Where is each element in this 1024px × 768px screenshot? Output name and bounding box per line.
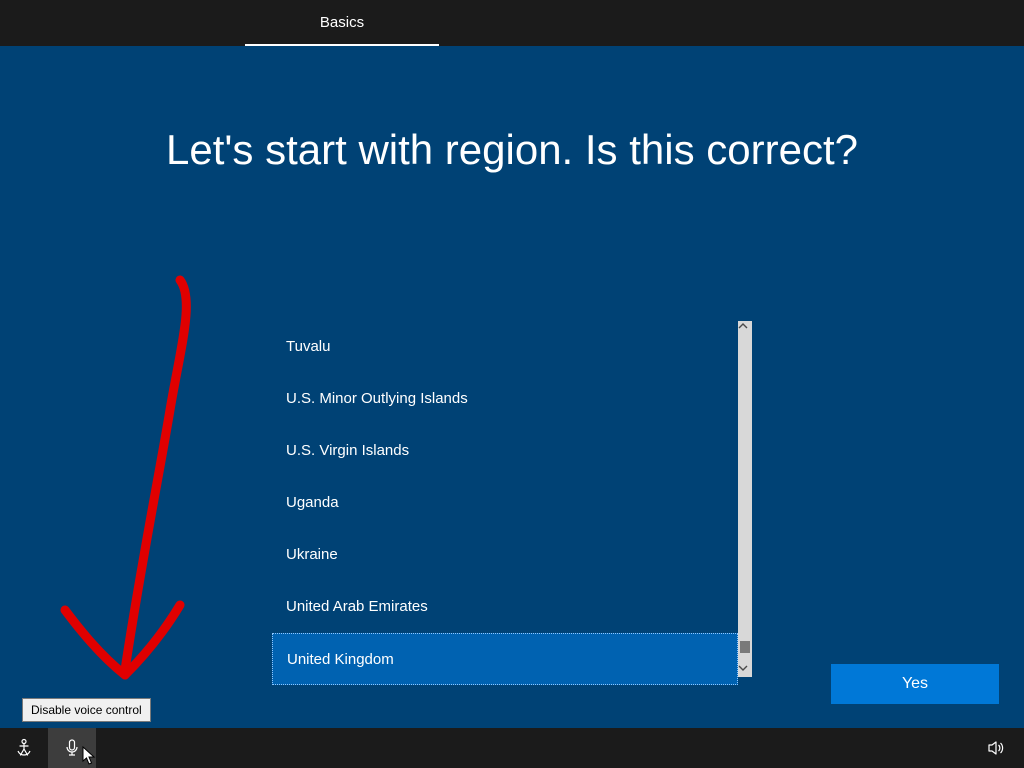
region-item[interactable]: Ukraine xyxy=(272,529,738,581)
tab-basics[interactable]: Basics xyxy=(245,0,439,46)
scrollbar[interactable] xyxy=(738,321,752,677)
speaker-icon xyxy=(986,738,1006,758)
scroll-up-button[interactable] xyxy=(738,321,752,335)
region-item[interactable]: Tuvalu xyxy=(272,321,738,373)
region-item[interactable]: United Arab Emirates xyxy=(272,581,738,633)
volume-button[interactable] xyxy=(978,728,1014,768)
scroll-down-button[interactable] xyxy=(738,663,752,677)
region-list[interactable]: TuvaluU.S. Minor Outlying IslandsU.S. Vi… xyxy=(272,321,738,677)
microphone-icon xyxy=(62,738,82,758)
tooltip-disable-voice: Disable voice control xyxy=(22,698,151,722)
region-list-container: TuvaluU.S. Minor Outlying IslandsU.S. Vi… xyxy=(272,321,752,677)
region-item[interactable]: U.S. Virgin Islands xyxy=(272,425,738,477)
accessibility-button[interactable] xyxy=(0,728,48,768)
region-item[interactable]: United Kingdom xyxy=(272,633,738,685)
region-item[interactable]: U.S. Minor Outlying Islands xyxy=(272,373,738,425)
top-bar: Basics xyxy=(0,0,1024,46)
main-panel: Let's start with region. Is this correct… xyxy=(0,46,1024,728)
microphone-button[interactable] xyxy=(48,728,96,768)
yes-button[interactable]: Yes xyxy=(831,664,999,704)
bottom-bar xyxy=(0,728,1024,768)
scroll-thumb[interactable] xyxy=(740,641,750,653)
page-title: Let's start with region. Is this correct… xyxy=(0,126,1024,174)
region-item[interactable]: Uganda xyxy=(272,477,738,529)
accessibility-icon xyxy=(14,738,34,758)
